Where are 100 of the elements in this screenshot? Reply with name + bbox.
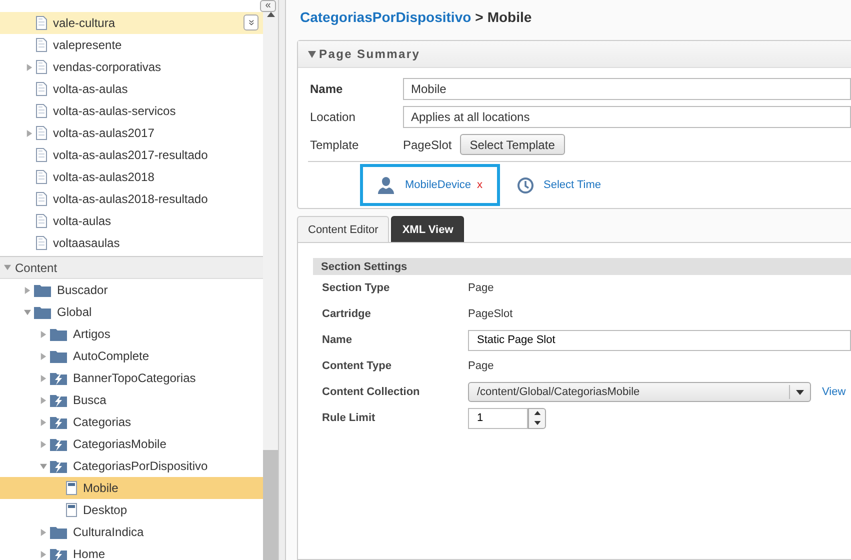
tree-item[interactable]: BannerTopoCategorias: [0, 367, 263, 389]
trigger-link[interactable]: Select Time: [544, 179, 601, 191]
name-input[interactable]: Mobile: [403, 78, 851, 100]
field-label: Name: [310, 82, 344, 96]
remove-button[interactable]: x: [477, 179, 483, 191]
rule-limit-input[interactable]: 1: [468, 408, 528, 428]
document-icon: [36, 60, 47, 74]
document-icon: [36, 16, 47, 30]
tree-item[interactable]: vendas-corporativas: [0, 56, 263, 78]
expand-menu-button[interactable]: »: [244, 14, 258, 30]
increment-icon[interactable]: [534, 411, 540, 416]
tree-item[interactable]: volta-as-aulas2017: [0, 122, 263, 144]
document-icon: [36, 104, 47, 118]
user-icon: [377, 176, 395, 194]
decrement-icon[interactable]: [534, 420, 540, 425]
splitter[interactable]: [279, 0, 286, 560]
expand-icon[interactable]: [40, 396, 46, 404]
panel-header[interactable]: Page Summary: [298, 41, 851, 68]
tree-item[interactable]: Global: [0, 301, 263, 323]
folder-icon: [50, 349, 67, 363]
field-label: Content Type: [322, 360, 392, 372]
expand-icon[interactable]: [40, 352, 46, 360]
tree-item[interactable]: volta-aulas: [0, 210, 263, 232]
tree-item[interactable]: Desktop: [0, 499, 263, 521]
document-icon: [36, 236, 47, 250]
folder-icon: [50, 525, 67, 539]
trigger-item[interactable]: Select Time: [500, 164, 618, 206]
folder-icon: [34, 283, 51, 297]
tree-item[interactable]: AutoComplete: [0, 345, 263, 367]
tree-item[interactable]: volta-as-aulas2018-resultado: [0, 188, 263, 210]
expand-icon[interactable]: [40, 440, 46, 448]
spinner-buttons[interactable]: [528, 408, 546, 428]
select-template-button[interactable]: Select Template: [460, 134, 565, 155]
tree-item[interactable]: Mobile: [0, 477, 263, 499]
breadcrumb-link[interactable]: CategoriasPorDispositivo: [300, 9, 472, 25]
section-header[interactable]: Content: [0, 256, 263, 279]
document-icon: [66, 503, 77, 517]
lightning-folder-icon: [50, 415, 67, 429]
name-input[interactable]: Static Page Slot: [468, 330, 851, 350]
breadcrumb-separator: >: [475, 9, 484, 25]
expand-icon[interactable]: [26, 64, 32, 70]
template-value: PageSlot: [403, 138, 452, 152]
tree-item[interactable]: CategoriasMobile: [0, 433, 263, 455]
folder-icon: [50, 327, 67, 341]
tree-item[interactable]: volta-as-aulas-servicos: [0, 100, 263, 122]
trigger-link[interactable]: MobileDevice: [405, 179, 472, 191]
collapse-icon[interactable]: [40, 462, 46, 470]
tree-item[interactable]: volta-as-aulas2018: [0, 166, 263, 188]
document-icon: [66, 481, 77, 495]
tree-item[interactable]: volta-as-aulas2017-resultado: [0, 144, 263, 166]
clock-icon: [516, 176, 534, 194]
tree-item[interactable]: voltaasaulas: [0, 232, 263, 254]
view-link[interactable]: View: [822, 386, 846, 398]
field-value: PageSlot: [468, 308, 513, 320]
tree-item[interactable]: valepresente: [0, 34, 263, 56]
expand-icon[interactable]: [40, 528, 46, 536]
expand-icon[interactable]: [24, 286, 30, 294]
expand-icon[interactable]: [40, 550, 46, 558]
document-icon: [36, 170, 47, 184]
collapse-icon[interactable]: [4, 264, 11, 271]
folder-icon: [34, 305, 51, 319]
tree-item[interactable]: Artigos: [0, 323, 263, 345]
tree-item[interactable]: CategoriasPorDispositivo: [0, 455, 263, 477]
field-label: Location: [310, 110, 356, 124]
field-label: Content Collection: [322, 386, 420, 398]
location-input[interactable]: Applies at all locations: [403, 106, 851, 128]
tab[interactable]: Content Editor: [297, 216, 390, 242]
tree-item[interactable]: Buscador: [0, 279, 263, 301]
document-icon: [36, 38, 47, 52]
tree-item[interactable]: CulturaIndica: [0, 521, 263, 543]
tree-item[interactable]: volta-as-aulas: [0, 78, 263, 100]
tree-item[interactable]: Busca: [0, 389, 263, 411]
tree-item[interactable]: Home: [0, 543, 263, 560]
expand-icon[interactable]: [26, 130, 32, 136]
collapse-button[interactable]: «: [260, 0, 276, 12]
collection-select[interactable]: /content/Global/CategoriasMobile: [468, 382, 811, 402]
tab[interactable]: XML View: [391, 216, 464, 242]
field-value: Page: [468, 282, 494, 294]
document-icon: [36, 148, 47, 162]
scrollbar[interactable]: [263, 0, 278, 560]
section-title: Section Settings: [321, 260, 408, 272]
scrollbar-thumb[interactable]: [263, 450, 278, 560]
document-icon: [36, 214, 47, 228]
collapse-icon[interactable]: [24, 308, 30, 316]
trigger-item[interactable]: MobileDevice x: [360, 164, 500, 206]
field-label: Template: [310, 138, 360, 152]
document-icon: [36, 192, 47, 206]
breadcrumb-current: Mobile: [487, 9, 532, 25]
collapse-icon[interactable]: [308, 50, 316, 58]
dropdown-icon: [796, 390, 804, 394]
expand-icon[interactable]: [40, 374, 46, 382]
document-icon: [36, 126, 47, 140]
field-label: Name: [322, 334, 352, 346]
lightning-folder-icon: [50, 437, 67, 451]
tree-item[interactable]: Categorias: [0, 411, 263, 433]
tree-item[interactable]: vale-cultura »: [0, 12, 263, 34]
lightning-folder-icon: [50, 459, 67, 473]
expand-icon[interactable]: [40, 418, 46, 426]
field-value: Page: [468, 360, 494, 372]
expand-icon[interactable]: [40, 330, 46, 338]
